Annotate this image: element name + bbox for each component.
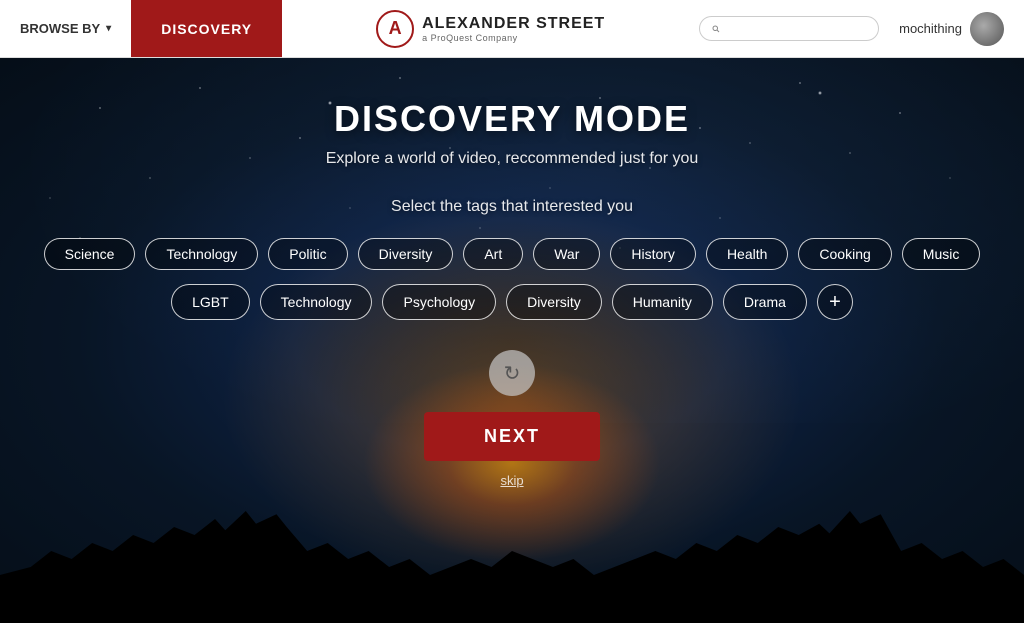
discovery-tab[interactable]: DISCOVERY xyxy=(131,0,282,57)
tag-item[interactable]: Science xyxy=(44,238,136,270)
tag-item[interactable]: War xyxy=(533,238,600,270)
tag-item[interactable]: History xyxy=(610,238,696,270)
search-icon xyxy=(712,22,720,36)
tag-item[interactable]: Art xyxy=(463,238,523,270)
refresh-icon: ↻ xyxy=(504,361,521,386)
main-content: DISCOVERY MODE Explore a world of video,… xyxy=(0,58,1024,623)
tag-item[interactable]: Diversity xyxy=(358,238,454,270)
page-title: DISCOVERY MODE xyxy=(334,98,690,140)
tag-item[interactable]: Humanity xyxy=(612,284,713,320)
tags-row-2: LGBT TechnologyPsychology Diversity Humanit… xyxy=(171,284,853,320)
tag-item[interactable]: Drama xyxy=(723,284,807,320)
page-subtitle: Explore a world of video, reccommended j… xyxy=(326,150,699,168)
header: BROWSE BY ▾ DISCOVERY A ALEXANDER STREET… xyxy=(0,0,1024,58)
tag-item[interactable]: Technology xyxy=(260,284,373,320)
logo-text: ALEXANDER STREET a ProQuest Company xyxy=(422,15,605,43)
refresh-button[interactable]: ↻ xyxy=(489,350,535,396)
tags-row-1: Science Technology Politic Diversity Art War H… xyxy=(44,238,981,270)
tag-item[interactable]: Politic xyxy=(268,238,347,270)
logo-sub-name: a ProQuest Company xyxy=(422,33,605,43)
avatar xyxy=(970,12,1004,46)
tag-item[interactable]: Technology xyxy=(145,238,258,270)
logo-icon: A xyxy=(376,10,414,48)
browse-by-menu[interactable]: BROWSE BY ▾ xyxy=(0,0,131,57)
logo-area: A ALEXANDER STREET a ProQuest Company xyxy=(282,10,699,48)
tag-item[interactable]: Health xyxy=(706,238,788,270)
username-label: mochithing xyxy=(899,21,962,36)
logo-main-name: ALEXANDER STREET xyxy=(422,15,605,33)
logo-letter: A xyxy=(389,18,402,39)
add-tag-button[interactable]: + xyxy=(817,284,853,320)
user-area[interactable]: mochithing xyxy=(879,12,1024,46)
search-bar[interactable] xyxy=(699,16,879,41)
tag-item[interactable]: Music xyxy=(902,238,981,270)
tag-item[interactable]: Psychology xyxy=(382,284,496,320)
tag-item[interactable]: Diversity xyxy=(506,284,602,320)
tag-item[interactable]: LGBT xyxy=(171,284,250,320)
search-input[interactable] xyxy=(726,21,866,36)
next-button[interactable]: NEXT xyxy=(424,412,600,461)
tag-item[interactable]: Cooking xyxy=(798,238,891,270)
skip-button[interactable]: skip xyxy=(500,473,523,488)
content-overlay: DISCOVERY MODE Explore a world of video,… xyxy=(0,58,1024,623)
discovery-tab-label: DISCOVERY xyxy=(161,21,252,37)
chevron-down-icon: ▾ xyxy=(106,23,111,34)
browse-by-label: BROWSE BY xyxy=(20,21,100,36)
tags-prompt: Select the tags that interested you xyxy=(391,198,633,216)
